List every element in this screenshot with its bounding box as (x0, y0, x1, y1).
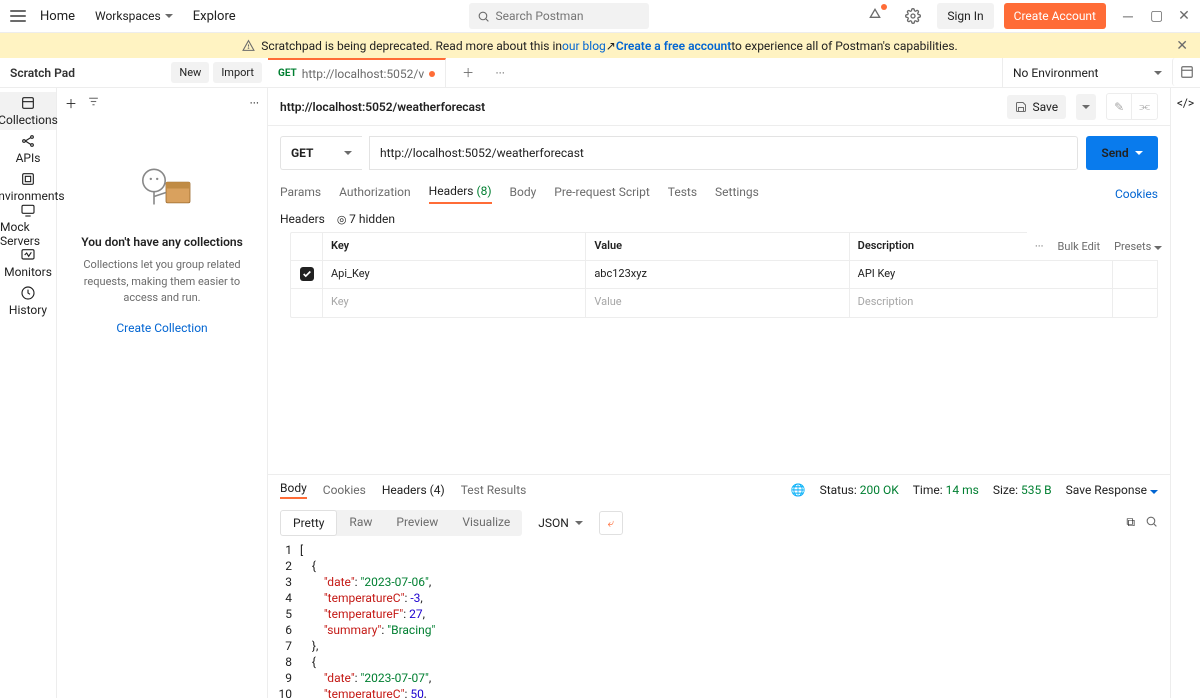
view-preview[interactable]: Preview (384, 510, 450, 536)
chevron-down-icon (1154, 71, 1162, 75)
empty-text: Collections let you group related reques… (67, 257, 257, 307)
nav-workspaces[interactable]: Workspaces (95, 9, 173, 23)
blog-link[interactable]: our blog (562, 39, 606, 53)
import-button[interactable]: Import (213, 62, 262, 83)
presets-dropdown[interactable]: Presets (1114, 240, 1162, 253)
window-maximize[interactable]: ▢ (1150, 8, 1162, 24)
banner-close-icon[interactable]: ✕ (1176, 38, 1188, 54)
send-button[interactable]: Send (1086, 136, 1158, 170)
tab-body[interactable]: Body (510, 185, 537, 203)
chevron-down-icon (344, 151, 352, 155)
bulk-edit[interactable]: Bulk Edit (1058, 240, 1101, 253)
tab-settings[interactable]: Settings (715, 185, 759, 203)
header-value[interactable]: abc123xyz (586, 261, 849, 288)
new-tab-icon[interactable]: ＋ (454, 59, 482, 87)
format-selector[interactable]: JSON (530, 512, 591, 534)
tab-prerequest[interactable]: Pre-request Script (554, 185, 649, 203)
col-value: Value (586, 233, 849, 260)
resp-tab-cookies[interactable]: Cookies (323, 483, 366, 497)
menu-icon[interactable] (10, 10, 26, 22)
new-button[interactable]: New (171, 62, 209, 83)
table-row[interactable]: Api_Key abc123xyz API Key (291, 261, 1157, 289)
env-quicklook-icon[interactable] (1172, 58, 1200, 86)
save-dropdown[interactable] (1076, 94, 1096, 120)
fork-icon[interactable]: ⫘ (1131, 94, 1157, 119)
table-row-new[interactable]: Key Value Description (291, 289, 1157, 317)
cookies-link[interactable]: Cookies (1115, 187, 1158, 201)
environment-selector[interactable]: No Environment (1002, 58, 1172, 87)
scratch-title: Scratch Pad (10, 66, 75, 80)
size: Size: 535 B (993, 483, 1052, 497)
wrap-lines-icon[interactable]: ⤶ (599, 511, 623, 535)
nav-mock[interactable]: Mock Servers (0, 206, 56, 244)
invite-icon[interactable] (861, 2, 889, 30)
search-box[interactable] (469, 3, 649, 29)
view-segments[interactable]: Pretty Raw Preview Visualize (280, 510, 522, 536)
unsaved-dot-icon (429, 71, 435, 77)
settings-icon[interactable] (899, 2, 927, 30)
empty-collection-icon (122, 156, 202, 221)
view-pretty[interactable]: Pretty (280, 510, 337, 536)
resp-tab-body[interactable]: Body (280, 481, 307, 499)
filter-icon[interactable] (87, 95, 100, 111)
network-icon[interactable]: 🌐 (791, 483, 806, 497)
toggle-hidden-headers[interactable]: ◎ 7 hidden (337, 212, 395, 226)
checkbox-checked[interactable] (300, 267, 314, 281)
time: Time: 14 ms (913, 483, 979, 497)
tab-params[interactable]: Params (280, 185, 321, 203)
url-input[interactable] (380, 146, 1067, 160)
nav-monitors[interactable]: Monitors (0, 244, 56, 282)
nav-environments[interactable]: Environments (0, 168, 56, 206)
table-more-icon[interactable]: ··· (1035, 240, 1044, 253)
response-body[interactable]: 12345678910111213141516171819 [ { "date"… (268, 542, 1170, 698)
tab-tests[interactable]: Tests (668, 185, 697, 203)
request-tab[interactable]: GET http://localhost:5052/v (268, 58, 446, 87)
deprecation-banner: Scratchpad is being deprecated. Read mor… (0, 33, 1200, 58)
header-desc[interactable]: API Key (850, 261, 1113, 288)
method-selector[interactable]: GET (280, 136, 362, 170)
header-key[interactable]: Api_Key (323, 261, 586, 288)
view-visualize[interactable]: Visualize (450, 510, 522, 536)
search-response-icon[interactable] (1145, 515, 1158, 531)
resp-tab-headers[interactable]: Headers (4) (382, 483, 445, 497)
share-icon[interactable]: ✎ (1107, 95, 1131, 119)
create-account-button[interactable]: Create Account (1004, 3, 1106, 29)
create-account-link[interactable]: Create a free account (616, 39, 731, 53)
save-button[interactable]: Save (1007, 95, 1066, 119)
signin-button[interactable]: Sign In (937, 3, 993, 29)
request-title: http://localhost:5052/weatherforecast (280, 100, 485, 114)
headers-label: Headers (280, 212, 325, 226)
window-close[interactable]: ✕ (1178, 8, 1190, 24)
col-key: Key (323, 233, 586, 260)
warning-icon (242, 39, 255, 52)
search-input[interactable] (496, 9, 641, 23)
tab-authorization[interactable]: Authorization (339, 185, 411, 203)
nav-explore[interactable]: Explore (193, 9, 236, 24)
empty-title: You don't have any collections (81, 235, 243, 249)
tab-headers[interactable]: Headers (8) (429, 184, 492, 204)
create-collection-link[interactable]: Create Collection (116, 321, 207, 335)
sidebar-more-icon[interactable]: ··· (250, 96, 259, 110)
nav-collections[interactable]: Collections (0, 92, 56, 130)
code-snippet-icon[interactable]: </> (1177, 96, 1194, 110)
status: Status: 200 OK (820, 483, 899, 497)
new-collection-icon[interactable]: ＋ (65, 95, 77, 112)
window-minimize[interactable]: ─ (1122, 8, 1134, 25)
nav-history[interactable]: History (0, 282, 56, 320)
search-icon (477, 10, 490, 23)
save-response[interactable]: Save Response (1066, 483, 1158, 497)
nav-apis[interactable]: APIs (0, 130, 56, 168)
tab-more-icon[interactable]: ··· (486, 59, 514, 87)
save-icon (1015, 101, 1027, 113)
chevron-down-icon (165, 14, 173, 18)
copy-icon[interactable]: ⧉ (1126, 515, 1135, 531)
nav-home[interactable]: Home (40, 9, 75, 24)
view-raw[interactable]: Raw (337, 510, 384, 536)
resp-tab-tests[interactable]: Test Results (461, 483, 527, 497)
